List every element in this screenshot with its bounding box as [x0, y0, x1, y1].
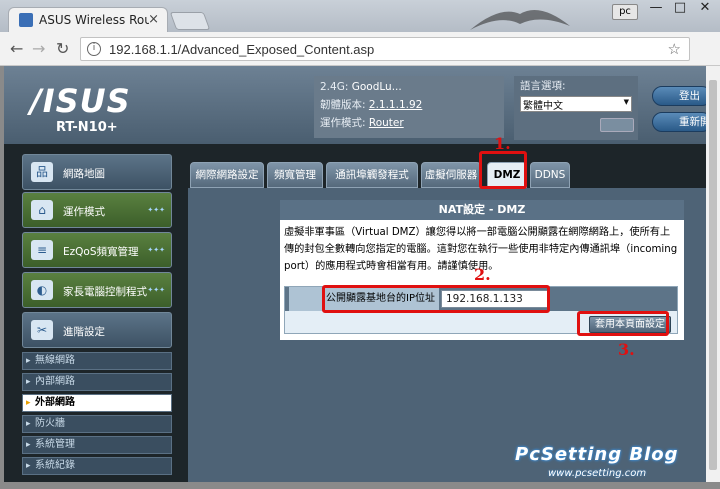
sparkle-icon: ✦✦✦ [147, 206, 165, 214]
sidebar-sub-wan[interactable]: 外部網路 [22, 394, 172, 412]
user-profile-button[interactable]: pc [612, 4, 638, 20]
asus-logo: /ISUS RT-N10+ [30, 82, 160, 135]
annotation-step-1: 1. [494, 134, 511, 153]
mode-link[interactable]: Router [369, 117, 404, 129]
tab-port-trigger[interactable]: 通訊埠觸發程式 [326, 162, 418, 188]
language-block: 語言選項: 繁體中文 [514, 76, 638, 140]
language-apply-button[interactable] [600, 118, 634, 132]
sidebar-sub-firewall[interactable]: 防火牆 [22, 415, 172, 433]
sidebar-label: 家長電腦控制程式 [63, 286, 147, 298]
tab-ddns[interactable]: DDNS [530, 162, 570, 188]
bookmark-star-icon[interactable]: ☆ [668, 40, 681, 58]
tab-internet[interactable]: 網際網路設定 [190, 162, 264, 188]
watermark-title: PcSetting Blog [515, 444, 679, 465]
page-tabs: 網際網路設定 頻寬管理 通訊埠觸發程式 虛擬伺服器 DMZ DDNS [188, 158, 706, 188]
sidebar-item-parental[interactable]: ◐ 家長電腦控制程式 ✦✦✦ [22, 272, 172, 308]
language-label: 語言選項: [520, 80, 566, 92]
reboot-button[interactable]: 重新開機 [652, 112, 706, 132]
ssid-row: 2.4G: GoodLu... [320, 78, 498, 96]
sidebar-label: 進階設定 [63, 326, 105, 338]
annotation-step-2: 2. [474, 265, 491, 284]
router-header: /ISUS RT-N10+ 2.4G: GoodLu... 韌體版本: 2.1.… [4, 66, 706, 144]
minimize-button[interactable]: — [646, 0, 666, 22]
status-info: 2.4G: GoodLu... 韌體版本: 2.1.1.1.92 運作模式: R… [314, 76, 504, 138]
browser-window: ASUS Wireless Router R × pc — □ ✕ ← → ↻ … [0, 0, 720, 489]
ssid-value: GoodLu... [351, 81, 402, 93]
firmware-label: 韌體版本: [320, 99, 369, 111]
sidebar-item-advanced[interactable]: ✂ 進階設定 [22, 312, 172, 348]
network-map-icon: 品 [31, 162, 53, 182]
maximize-button[interactable]: □ [670, 0, 690, 22]
router-icon: ⌂ [31, 200, 53, 220]
annotation-box-apply [577, 311, 669, 336]
tab-close-icon[interactable]: × [148, 12, 159, 27]
parental-icon: ◐ [31, 280, 53, 300]
tab-title: ASUS Wireless Router R [39, 13, 149, 27]
scrollbar-thumb[interactable] [709, 80, 717, 470]
sidebar-item-network-map[interactable]: 品網路地圖 [22, 154, 172, 190]
sparkle-icon: ✦✦✦ [147, 246, 165, 254]
site-info-icon[interactable]: i [87, 42, 101, 56]
sidebar-label: EzQoS頻寬管理 [63, 246, 139, 258]
forward-arrow-icon[interactable]: → [32, 39, 45, 58]
mode-row: 運作模式: Router [320, 114, 498, 132]
firmware-link[interactable]: 2.1.1.1.92 [369, 99, 422, 111]
url-text: 192.168.1.1/Advanced_Exposed_Content.asp [109, 42, 375, 57]
annotation-box-ip [322, 285, 550, 313]
scrollbar[interactable] [706, 66, 720, 482]
sidebar-sub-admin[interactable]: 系統管理 [22, 436, 172, 454]
watermark-url: www.pcsetting.com [548, 468, 647, 479]
sidebar-sub-syslog[interactable]: 系統紀錄 [22, 457, 172, 475]
title-bar: ASUS Wireless Router R × pc — □ ✕ [0, 0, 720, 32]
tab-bandwidth[interactable]: 頻寬管理 [267, 162, 323, 188]
new-tab-button[interactable] [169, 12, 211, 30]
ssid-label: 2.4G: [320, 81, 352, 93]
router-page: /ISUS RT-N10+ 2.4G: GoodLu... 韌體版本: 2.1.… [4, 66, 706, 482]
panel-title: NAT設定 - DMZ [280, 200, 684, 220]
sidebar-item-ezqos[interactable]: ≡ EzQoS頻寬管理 ✦✦✦ [22, 232, 172, 268]
sidebar-sub-wireless[interactable]: 無線網路 [22, 352, 172, 370]
favicon-icon [19, 13, 33, 27]
sidebar: 品網路地圖 ⌂ 運作模式 ✦✦✦ ≡ EzQoS頻寬管理 ✦✦✦ ◐ 家長電腦控制程式 ✦✦… [18, 152, 176, 482]
sidebar-label: 運作模式 [63, 206, 105, 218]
annotation-box-dmz [479, 151, 527, 189]
sidebar-item-operation-mode[interactable]: ⌂ 運作模式 ✦✦✦ [22, 192, 172, 228]
tools-icon: ✂ [31, 320, 53, 340]
logout-button[interactable]: 登出 [652, 86, 706, 106]
back-arrow-icon[interactable]: ← [10, 39, 23, 58]
browser-tab[interactable]: ASUS Wireless Router R × [8, 7, 168, 32]
navigation-bar: ← → ↻ i 192.168.1.1/Advanced_Exposed_Con… [0, 32, 720, 88]
qos-icon: ≡ [31, 240, 53, 260]
mode-label: 運作模式: [320, 117, 369, 129]
sparkle-icon: ✦✦✦ [147, 286, 165, 294]
annotation-step-3: 3. [618, 340, 635, 359]
tab-virtual-server[interactable]: 虛擬伺服器 [421, 162, 481, 188]
sidebar-sub-lan[interactable]: 內部網路 [22, 373, 172, 391]
eagle-theme-icon [470, 10, 570, 30]
close-window-button[interactable]: ✕ [694, 0, 716, 22]
reload-icon[interactable]: ↻ [56, 39, 69, 58]
address-bar[interactable]: i 192.168.1.1/Advanced_Exposed_Content.a… [80, 37, 690, 61]
firmware-row: 韌體版本: 2.1.1.1.92 [320, 96, 498, 114]
model-name: RT-N10+ [56, 120, 118, 135]
language-select[interactable]: 繁體中文 [520, 96, 632, 112]
sidebar-label: 網路地圖 [63, 168, 105, 180]
brand-logo-text: /ISUS [30, 82, 131, 120]
